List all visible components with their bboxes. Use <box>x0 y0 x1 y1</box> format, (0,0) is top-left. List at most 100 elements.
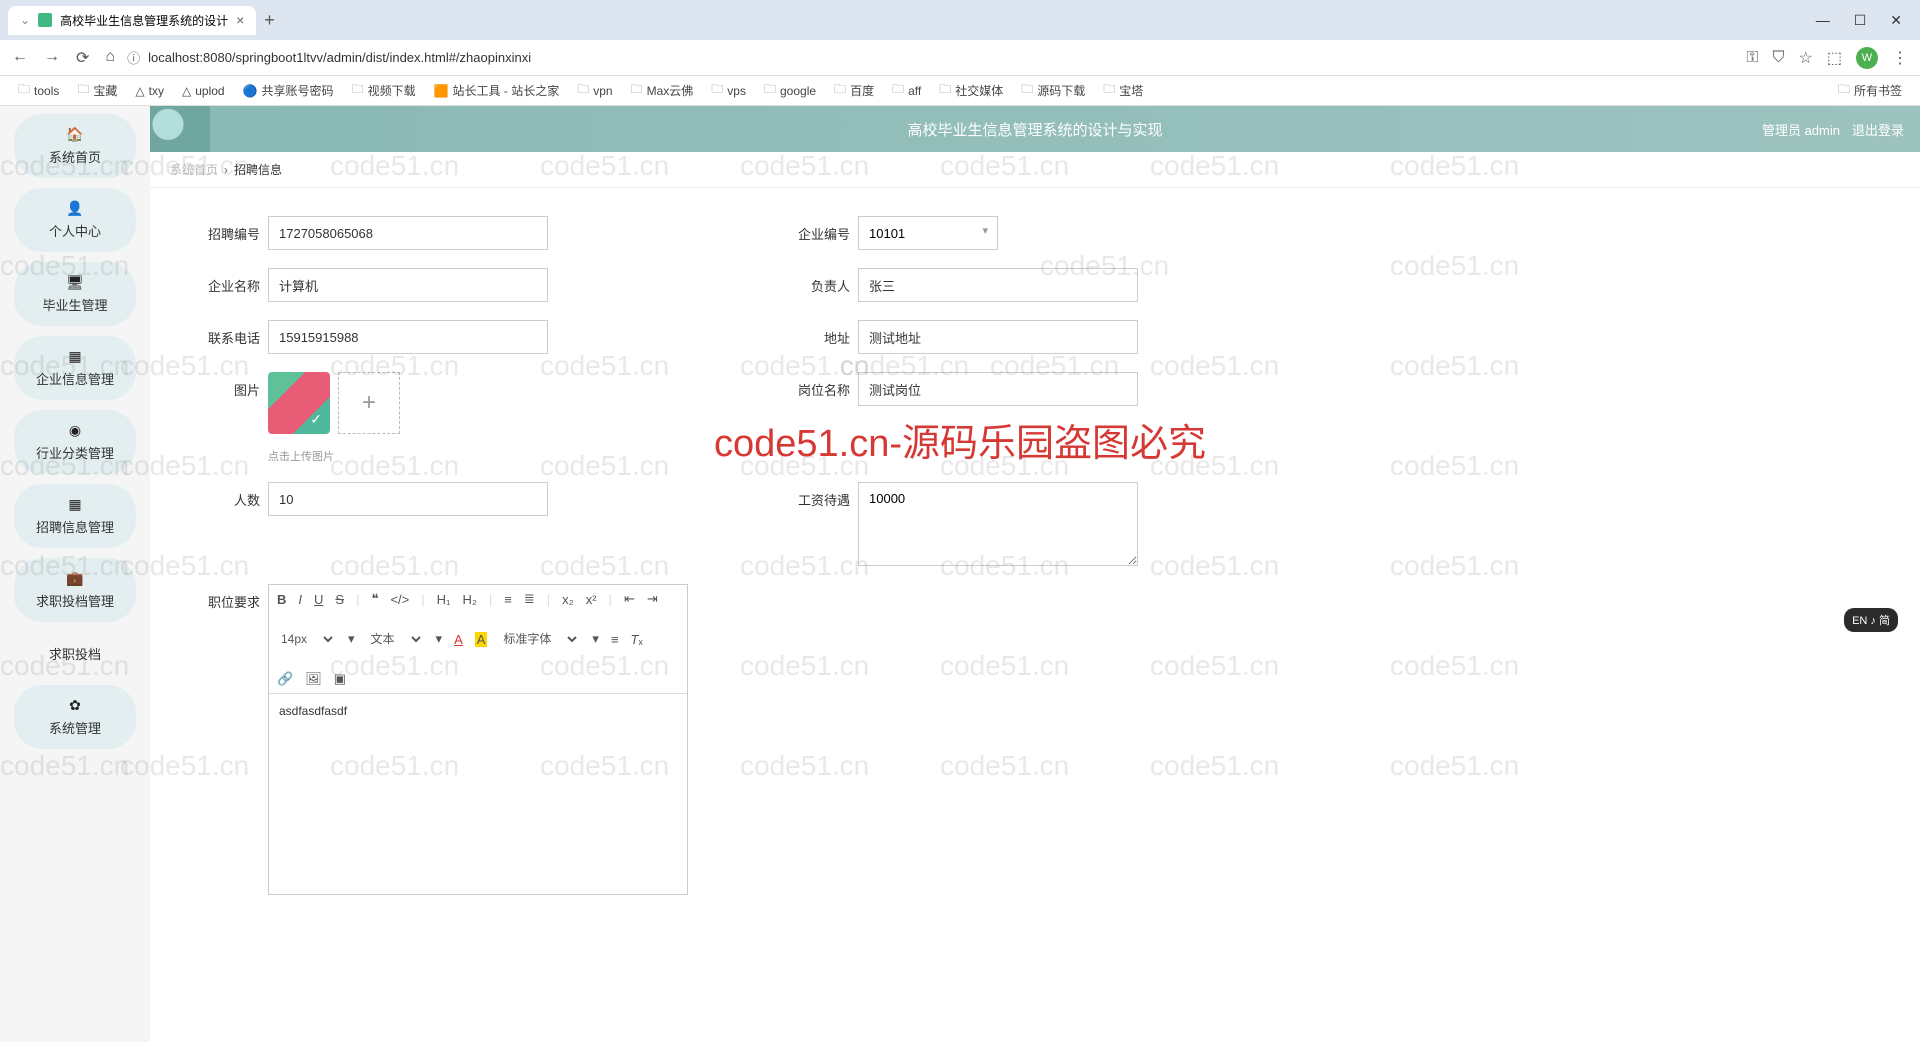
forward-icon[interactable]: → <box>44 48 60 68</box>
breadcrumb-current: 招聘信息 <box>234 161 282 178</box>
chevron-down-icon: ▾ <box>348 631 355 647</box>
bookmark-folder[interactable]: 🗀google <box>758 78 822 103</box>
nav-home[interactable]: 🏠系统首页 <box>14 114 136 178</box>
bookmark-icon[interactable]: ☆ <box>1799 48 1813 68</box>
bookmark-folder[interactable]: 🗀百度 <box>828 78 880 103</box>
url-text[interactable]: localhost:8080/springboot1ltvv/admin/dis… <box>148 50 531 65</box>
link-icon[interactable]: 🔗 <box>277 671 293 687</box>
breadcrumb-home[interactable]: 系统首页 <box>170 161 218 178</box>
bookmark-folder[interactable]: 🗀宝塔 <box>1097 78 1149 103</box>
rich-text-editor: B I U S | ❝ </> | H₁ H₂ | ≡ ≣ <box>268 584 688 895</box>
indent-left-icon[interactable]: ⇤ <box>624 591 635 607</box>
chevron-right-icon: › <box>224 163 228 177</box>
bookmark-folder[interactable]: 🗀源码下载 <box>1015 78 1091 103</box>
logout-link[interactable]: 退出登录 <box>1852 120 1904 139</box>
h2-icon[interactable]: H₂ <box>462 592 476 607</box>
strike-icon[interactable]: S <box>335 592 344 607</box>
italic-icon[interactable]: I <box>298 592 302 607</box>
nav-industry[interactable]: ◉行业分类管理 <box>14 410 136 474</box>
superscript-icon[interactable]: x² <box>586 592 597 607</box>
nav-resume-sub[interactable]: 求职投档 <box>14 632 136 675</box>
monitor-icon: 🖥 <box>66 274 84 291</box>
bookmark-folder[interactable]: 🗀vps <box>705 78 752 103</box>
select-company-no[interactable]: 10101 <box>858 216 998 250</box>
label-position: 岗位名称 <box>780 372 850 399</box>
upload-add-button[interactable]: + <box>338 372 400 434</box>
quote-icon[interactable]: ❝ <box>371 591 378 607</box>
bookmark-folder[interactable]: 🗀aff <box>886 78 927 103</box>
bookmark-item[interactable]: △ uplod <box>176 82 231 100</box>
input-position[interactable] <box>858 372 1138 406</box>
back-icon[interactable]: ← <box>12 48 28 68</box>
site-info-icon[interactable]: ⓘ <box>127 48 140 67</box>
align-icon[interactable]: ≡ <box>611 632 619 647</box>
home-icon[interactable]: ⌂ <box>105 48 115 68</box>
maximize-icon[interactable]: ☐ <box>1854 12 1867 29</box>
ime-indicator[interactable]: EN ♪ 简 <box>1844 608 1898 632</box>
input-recruit-no[interactable] <box>268 216 548 250</box>
font-size-select[interactable]: 14px <box>277 631 336 647</box>
bookmark-folder[interactable]: 🗀社交媒体 <box>933 78 1009 103</box>
input-count[interactable] <box>268 482 548 516</box>
underline-icon[interactable]: U <box>314 592 323 607</box>
bookmark-item[interactable]: 🟧 站长工具 - 站长之家 <box>428 80 566 101</box>
tab-close-icon[interactable]: × <box>236 12 244 28</box>
minimize-icon[interactable]: — <box>1816 12 1830 29</box>
bookmark-folder[interactable]: 🗀tools <box>12 78 65 103</box>
text-type-select[interactable]: 文本 <box>367 631 424 647</box>
chevron-down-icon: ▾ <box>436 631 443 647</box>
close-window-icon[interactable]: ✕ <box>1890 12 1902 29</box>
bookmark-folder[interactable]: 🗀vpn <box>571 78 618 103</box>
bookmark-folder[interactable]: 🗀Max云佛 <box>625 78 700 103</box>
breadcrumb: 系统首页 › 招聘信息 <box>150 152 1920 188</box>
profile-avatar[interactable]: W <box>1856 47 1878 69</box>
editor-textarea[interactable]: asdfasdfasdf <box>269 694 687 894</box>
bookmark-folder[interactable]: 🗀视频下载 <box>346 78 422 103</box>
bookmark-item[interactable]: 🔵 共享账号密码 <box>237 80 340 101</box>
reload-icon[interactable]: ⟳ <box>76 48 89 68</box>
list-ul-icon[interactable]: ≣ <box>524 591 535 607</box>
font-color-icon[interactable]: A <box>454 632 463 647</box>
user-icon: 👤 <box>66 200 83 217</box>
input-contact-person[interactable] <box>858 268 1138 302</box>
clear-format-icon[interactable]: Tₓ <box>631 632 643 647</box>
subscript-icon[interactable]: x₂ <box>562 592 574 607</box>
list-ol-icon[interactable]: ≡ <box>504 592 512 607</box>
h1-icon[interactable]: H₁ <box>437 592 451 607</box>
image-icon[interactable]: 🖼 <box>305 671 322 687</box>
browser-tab[interactable]: ⌄ 高校毕业生信息管理系统的设计 × <box>8 6 256 35</box>
address-bar: ← → ⟳ ⌂ ⓘ localhost:8080/springboot1ltvv… <box>0 40 1920 76</box>
bg-color-icon[interactable]: A <box>475 632 488 647</box>
nav-company-info[interactable]: ▦企业信息管理 <box>14 336 136 400</box>
star-outline-icon[interactable]: ⛉ <box>1773 49 1785 67</box>
nav-resume-mgmt[interactable]: 💼求职投档管理 <box>14 558 136 622</box>
all-bookmarks[interactable]: 🗀所有书签 <box>1832 78 1908 103</box>
input-address[interactable] <box>858 320 1138 354</box>
label-company-name: 企业名称 <box>190 268 260 295</box>
key-icon[interactable]: ⚿ <box>1746 49 1758 67</box>
video-icon[interactable]: ▣ <box>334 671 346 687</box>
image-thumbnail[interactable] <box>268 372 330 434</box>
label-phone: 联系电话 <box>190 320 260 347</box>
input-phone[interactable] <box>268 320 548 354</box>
tab-title: 高校毕业生信息管理系统的设计 <box>60 12 228 29</box>
chevron-down-icon: ▾ <box>592 631 599 647</box>
input-company-name[interactable] <box>268 268 548 302</box>
nav-recruit-info[interactable]: ▦招聘信息管理 <box>14 484 136 548</box>
new-tab-button[interactable]: + <box>264 10 275 31</box>
textarea-salary[interactable]: 10000 <box>858 482 1138 566</box>
bold-icon[interactable]: B <box>277 592 286 607</box>
nav-profile[interactable]: 👤个人中心 <box>14 188 136 252</box>
bookmark-folder[interactable]: 🗀宝藏 <box>71 78 123 103</box>
nav-graduates[interactable]: 🖥毕业生管理 <box>14 262 136 326</box>
code-icon[interactable]: </> <box>390 592 409 607</box>
menu-icon[interactable]: ⋮ <box>1892 48 1908 68</box>
current-user: 管理员 admin <box>1762 120 1840 139</box>
indent-right-icon[interactable]: ⇥ <box>647 591 658 607</box>
font-family-select[interactable]: 标准字体 <box>499 631 580 647</box>
bookmark-item[interactable]: △ txy <box>129 82 170 100</box>
extension-icon[interactable]: ⬚ <box>1827 48 1842 68</box>
nav-system[interactable]: ✿系统管理 <box>14 685 136 749</box>
grid-icon: ▦ <box>68 496 81 513</box>
tab-favicon <box>38 13 52 27</box>
